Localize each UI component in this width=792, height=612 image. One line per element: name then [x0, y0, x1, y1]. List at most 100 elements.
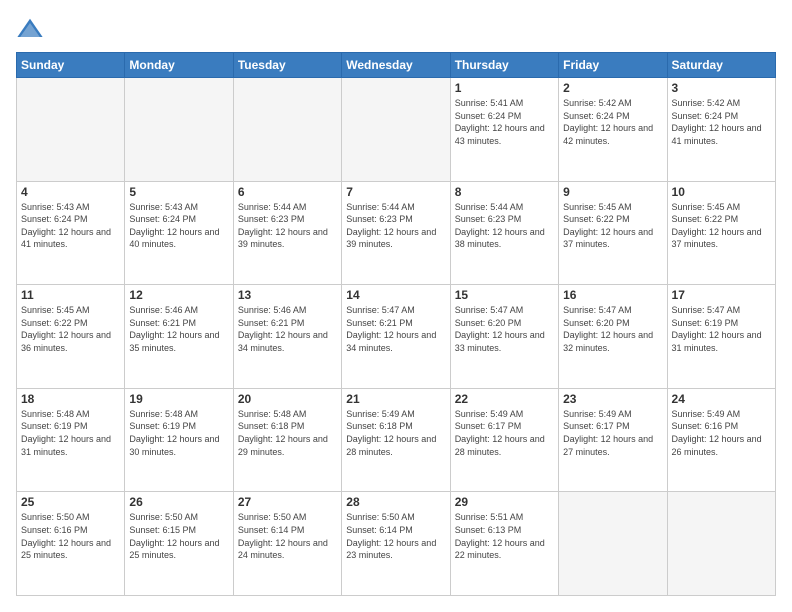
calendar-cell: 29 Sunrise: 5:51 AM Sunset: 6:13 PM Dayli…: [450, 492, 558, 596]
logo: [16, 16, 48, 44]
day-number: 2: [563, 81, 662, 95]
day-info: Sunrise: 5:44 AM Sunset: 6:23 PM Dayligh…: [238, 201, 337, 251]
day-number: 20: [238, 392, 337, 406]
header: [16, 16, 776, 44]
day-info: Sunrise: 5:45 AM Sunset: 6:22 PM Dayligh…: [563, 201, 662, 251]
calendar-cell: 15Sunrise: 5:47 AM Sunset: 6:20 PM Dayli…: [450, 285, 558, 389]
calendar-header-thursday: Thursday: [450, 53, 558, 78]
day-info: Sunrise: 5:47 AM Sunset: 6:20 PM Dayligh…: [563, 304, 662, 354]
day-info: Sunrise: 5:47 AM Sunset: 6:21 PM Dayligh…: [346, 304, 445, 354]
day-number: 12: [129, 288, 228, 302]
calendar-week-0: 1Sunrise: 5:41 AM Sunset: 6:24 PM Daylig…: [17, 78, 776, 182]
calendar-cell: 22 Sunrise: 5:49 AM Sunset: 6:17 PM Dayli…: [450, 388, 558, 492]
calendar-week-4: 25 Sunrise: 5:50 AM Sunset: 6:16 PM Dayli…: [17, 492, 776, 596]
day-number: 9: [563, 185, 662, 199]
day-number: 14: [346, 288, 445, 302]
calendar-cell: 2 Sunrise: 5:42 AM Sunset: 6:24 PM Daylig…: [559, 78, 667, 182]
calendar-cell: 21 Sunrise: 5:49 AM Sunset: 6:18 PM Dayli…: [342, 388, 450, 492]
day-number: 7: [346, 185, 445, 199]
day-info: Sunrise: 5:50 AM Sunset: 6:14 PM Dayligh…: [238, 511, 337, 561]
calendar-cell: [233, 78, 341, 182]
calendar-header-friday: Friday: [559, 53, 667, 78]
day-number: 16: [563, 288, 662, 302]
day-info: Sunrise: 5:46 AM Sunset: 6:21 PM Dayligh…: [129, 304, 228, 354]
day-info: Sunrise: 5:49 AM Sunset: 6:16 PM Dayligh…: [672, 408, 771, 458]
calendar-cell: 27 Sunrise: 5:50 AM Sunset: 6:14 PM Dayli…: [233, 492, 341, 596]
calendar-table: SundayMondayTuesdayWednesdayThursdayFrid…: [16, 52, 776, 596]
calendar-cell: 17 Sunrise: 5:47 AM Sunset: 6:19 PM Dayli…: [667, 285, 775, 389]
day-number: 27: [238, 495, 337, 509]
day-number: 13: [238, 288, 337, 302]
day-number: 5: [129, 185, 228, 199]
calendar-header-row: SundayMondayTuesdayWednesdayThursdayFrid…: [17, 53, 776, 78]
calendar-cell: 10Sunrise: 5:45 AM Sunset: 6:22 PM Dayli…: [667, 181, 775, 285]
day-info: Sunrise: 5:50 AM Sunset: 6:14 PM Dayligh…: [346, 511, 445, 561]
day-number: 10: [672, 185, 771, 199]
day-info: Sunrise: 5:48 AM Sunset: 6:19 PM Dayligh…: [21, 408, 120, 458]
calendar-cell: 14 Sunrise: 5:47 AM Sunset: 6:21 PM Dayli…: [342, 285, 450, 389]
day-number: 28: [346, 495, 445, 509]
day-number: 18: [21, 392, 120, 406]
calendar-cell: 19 Sunrise: 5:48 AM Sunset: 6:19 PM Dayli…: [125, 388, 233, 492]
day-info: Sunrise: 5:44 AM Sunset: 6:23 PM Dayligh…: [346, 201, 445, 251]
day-number: 19: [129, 392, 228, 406]
day-number: 3: [672, 81, 771, 95]
day-number: 8: [455, 185, 554, 199]
calendar-week-1: 4 Sunrise: 5:43 AM Sunset: 6:24 PM Daylig…: [17, 181, 776, 285]
calendar-header-sunday: Sunday: [17, 53, 125, 78]
calendar-cell: 6Sunrise: 5:44 AM Sunset: 6:23 PM Daylig…: [233, 181, 341, 285]
calendar-cell: 1Sunrise: 5:41 AM Sunset: 6:24 PM Daylig…: [450, 78, 558, 182]
day-number: 29: [455, 495, 554, 509]
day-info: Sunrise: 5:46 AM Sunset: 6:21 PM Dayligh…: [238, 304, 337, 354]
calendar-header-tuesday: Tuesday: [233, 53, 341, 78]
day-info: Sunrise: 5:48 AM Sunset: 6:18 PM Dayligh…: [238, 408, 337, 458]
day-info: Sunrise: 5:45 AM Sunset: 6:22 PM Dayligh…: [21, 304, 120, 354]
day-info: Sunrise: 5:49 AM Sunset: 6:18 PM Dayligh…: [346, 408, 445, 458]
day-info: Sunrise: 5:44 AM Sunset: 6:23 PM Dayligh…: [455, 201, 554, 251]
calendar-cell: 25 Sunrise: 5:50 AM Sunset: 6:16 PM Dayli…: [17, 492, 125, 596]
day-info: Sunrise: 5:49 AM Sunset: 6:17 PM Dayligh…: [455, 408, 554, 458]
day-info: Sunrise: 5:47 AM Sunset: 6:19 PM Dayligh…: [672, 304, 771, 354]
logo-icon: [16, 16, 44, 44]
calendar-cell: 12 Sunrise: 5:46 AM Sunset: 6:21 PM Dayli…: [125, 285, 233, 389]
day-number: 26: [129, 495, 228, 509]
day-info: Sunrise: 5:50 AM Sunset: 6:15 PM Dayligh…: [129, 511, 228, 561]
day-number: 17: [672, 288, 771, 302]
calendar-cell: 7 Sunrise: 5:44 AM Sunset: 6:23 PM Daylig…: [342, 181, 450, 285]
day-number: 15: [455, 288, 554, 302]
calendar-cell: [667, 492, 775, 596]
page: SundayMondayTuesdayWednesdayThursdayFrid…: [0, 0, 792, 612]
calendar-week-2: 11 Sunrise: 5:45 AM Sunset: 6:22 PM Dayli…: [17, 285, 776, 389]
calendar-cell: 16 Sunrise: 5:47 AM Sunset: 6:20 PM Dayli…: [559, 285, 667, 389]
day-number: 23: [563, 392, 662, 406]
day-number: 21: [346, 392, 445, 406]
day-info: Sunrise: 5:48 AM Sunset: 6:19 PM Dayligh…: [129, 408, 228, 458]
calendar-cell: 23 Sunrise: 5:49 AM Sunset: 6:17 PM Dayli…: [559, 388, 667, 492]
calendar-cell: 20 Sunrise: 5:48 AM Sunset: 6:18 PM Dayli…: [233, 388, 341, 492]
day-info: Sunrise: 5:42 AM Sunset: 6:24 PM Dayligh…: [563, 97, 662, 147]
day-number: 1: [455, 81, 554, 95]
calendar-cell: [342, 78, 450, 182]
calendar-cell: 3Sunrise: 5:42 AM Sunset: 6:24 PM Daylig…: [667, 78, 775, 182]
day-number: 25: [21, 495, 120, 509]
day-info: Sunrise: 5:43 AM Sunset: 6:24 PM Dayligh…: [21, 201, 120, 251]
day-number: 24: [672, 392, 771, 406]
calendar-cell: 4 Sunrise: 5:43 AM Sunset: 6:24 PM Daylig…: [17, 181, 125, 285]
calendar-header-saturday: Saturday: [667, 53, 775, 78]
calendar-cell: [559, 492, 667, 596]
day-info: Sunrise: 5:43 AM Sunset: 6:24 PM Dayligh…: [129, 201, 228, 251]
calendar-cell: [125, 78, 233, 182]
day-number: 22: [455, 392, 554, 406]
day-info: Sunrise: 5:49 AM Sunset: 6:17 PM Dayligh…: [563, 408, 662, 458]
calendar-header-monday: Monday: [125, 53, 233, 78]
calendar-header-wednesday: Wednesday: [342, 53, 450, 78]
calendar-cell: 5 Sunrise: 5:43 AM Sunset: 6:24 PM Daylig…: [125, 181, 233, 285]
day-number: 4: [21, 185, 120, 199]
day-info: Sunrise: 5:50 AM Sunset: 6:16 PM Dayligh…: [21, 511, 120, 561]
day-number: 11: [21, 288, 120, 302]
day-info: Sunrise: 5:51 AM Sunset: 6:13 PM Dayligh…: [455, 511, 554, 561]
calendar-cell: 26 Sunrise: 5:50 AM Sunset: 6:15 PM Dayli…: [125, 492, 233, 596]
calendar-cell: 13 Sunrise: 5:46 AM Sunset: 6:21 PM Dayli…: [233, 285, 341, 389]
calendar-cell: 9 Sunrise: 5:45 AM Sunset: 6:22 PM Daylig…: [559, 181, 667, 285]
calendar-cell: [17, 78, 125, 182]
